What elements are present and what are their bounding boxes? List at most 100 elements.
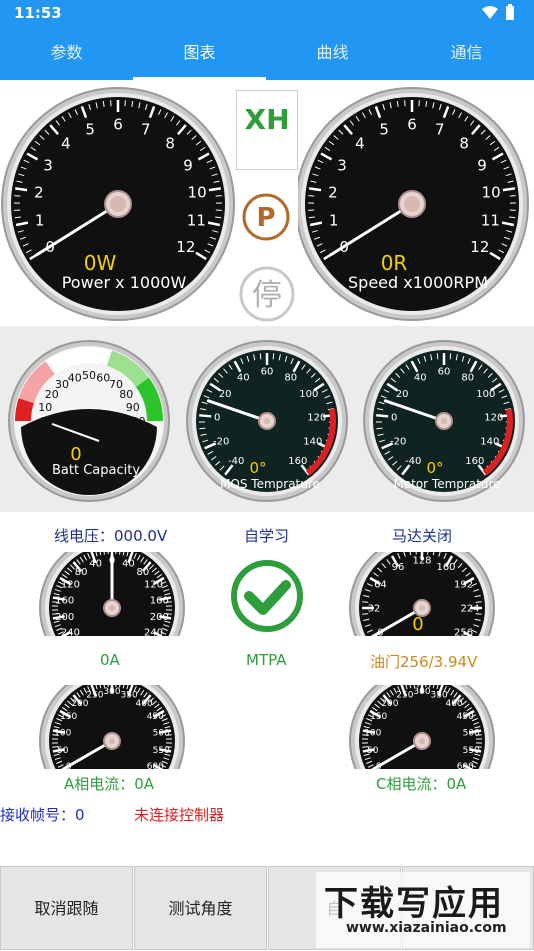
gauge-tick-label: 40 xyxy=(414,373,427,384)
motor-temp-gauge: -40-200204060801001201401600°Motor Tempr… xyxy=(361,338,527,504)
gauge-caption: Batt Capacity xyxy=(52,463,140,478)
gauge-tick-label: 4 xyxy=(61,135,71,153)
gauge-tick-label: 100 xyxy=(125,415,146,428)
gauge-minor-tick xyxy=(260,353,261,359)
gauge-caption: Motor Temprature xyxy=(393,477,500,491)
gauge-tick-label: 32 xyxy=(368,604,381,615)
gauge-minor-tick xyxy=(476,602,482,603)
gauge-value: 0 xyxy=(412,614,423,635)
gauge-tick-label: 400 xyxy=(136,699,153,709)
tab-curves[interactable]: 曲线 xyxy=(266,26,399,80)
gauge-minor-tick xyxy=(450,353,451,359)
gauge-tick-label: 0 xyxy=(214,412,220,423)
tab-label: 通信 xyxy=(450,43,482,62)
gauge-tick-label: 200 xyxy=(71,699,88,709)
gauge-tick-label: 450 xyxy=(457,712,474,722)
watermark-url: www.xiazainiao.com xyxy=(346,920,507,936)
gauge-tick-label: 80 xyxy=(461,373,474,384)
gauge-tick-label: 224 xyxy=(460,604,479,615)
a-phase-gauge: 050100150200250300350400450500550600 xyxy=(38,685,186,771)
line-voltage-label: 线电压：000.0V xyxy=(54,525,167,546)
gauge-tick-label: 160 xyxy=(288,456,307,467)
gauge-tick-label: 5 xyxy=(85,120,95,138)
c-phase-gauge: 050100150200250300350400450500550600 xyxy=(348,685,496,771)
xh-label: XH xyxy=(237,91,297,149)
gauge-tick-label: 1 xyxy=(35,212,45,230)
gauge-tick-label: 8 xyxy=(165,135,175,153)
self-learn-button[interactable]: 自学习 xyxy=(244,525,289,546)
status-time: 11:53 xyxy=(14,4,62,22)
gauge-tick-label: 0 xyxy=(391,412,397,423)
tab-comm[interactable]: 通信 xyxy=(400,26,533,80)
gauge-tick-label: 192 xyxy=(454,580,473,591)
gauge-value: 0° xyxy=(249,459,266,477)
gauge-tick-label: 120 xyxy=(61,580,80,591)
gauge-major-tick xyxy=(376,415,388,416)
gauge-tick-label: 0 xyxy=(40,415,47,428)
gauge-tick-label: 10 xyxy=(188,183,207,201)
gauge-tick-label: -20 xyxy=(213,437,229,448)
gauge-tick-label: 160 xyxy=(55,595,74,606)
tab-indicator xyxy=(133,77,266,80)
gauge-tick-label: 80 xyxy=(136,567,149,578)
gauge-tick-label: 9 xyxy=(477,157,487,175)
gauge-tick-label: -40 xyxy=(228,456,244,467)
gauge-tick-label: 500 xyxy=(463,729,480,739)
tab-params[interactable]: 参数 xyxy=(0,26,133,80)
gauge-tick-label: -40 xyxy=(405,456,421,467)
gauge-minor-tick xyxy=(437,353,438,359)
gauge-tick-label: 60 xyxy=(438,367,451,378)
gauge-tick-label: 80 xyxy=(75,567,88,578)
gauge-tick-label: 550 xyxy=(463,746,480,756)
connection-status: 未连接控制器 xyxy=(134,804,224,825)
gauge-tick-label: -20 xyxy=(390,437,406,448)
gauge-tick-label: 1 xyxy=(329,212,339,230)
gauge-minor-tick xyxy=(416,552,417,554)
tab-label: 曲线 xyxy=(316,43,348,62)
gauge-tick-label: 2 xyxy=(328,183,338,201)
gauge-tick-label: 200 xyxy=(381,699,398,709)
gauge-tick-label: 40 xyxy=(122,558,135,569)
gauge-value: 0 xyxy=(70,444,81,465)
gauge-minor-tick xyxy=(376,428,382,429)
gauge-tick-label: 250 xyxy=(86,690,103,700)
c-phase-label: C相电流：0A xyxy=(376,773,466,794)
gauge-tick-label: 10 xyxy=(482,183,501,201)
wifi-icon xyxy=(480,4,520,22)
gauge-tick-label: 20 xyxy=(396,389,409,400)
gauge-tick-label: 400 xyxy=(446,699,463,709)
phase-current-gauge: 240200160120804004080120160200240 xyxy=(38,552,186,638)
gauge-minor-tick xyxy=(362,602,368,603)
gauge-minor-tick xyxy=(199,428,205,429)
gauge-value: 0W xyxy=(84,251,117,275)
gauge-tick-label: 6 xyxy=(407,115,417,133)
tab-charts[interactable]: 图表 xyxy=(133,26,266,80)
watermark-logo: 下载写应用 www.xiazainiao.com xyxy=(316,872,530,948)
gauge-tick-label: 12 xyxy=(176,238,195,256)
gauge-tick-label: 150 xyxy=(60,712,77,722)
a-phase-label: A相电流：0A xyxy=(64,773,154,794)
battery-band xyxy=(23,401,26,421)
battery-icon xyxy=(506,6,514,20)
gauge-tick-label: 4 xyxy=(355,135,365,153)
cancel-follow-button[interactable]: 取消跟随 xyxy=(0,866,133,950)
gauge-caption: Speed x1000RPM xyxy=(348,273,488,292)
gauge-tick-label: 12 xyxy=(470,238,489,256)
power-gauge: 01234567891011120WPower x 1000W xyxy=(0,86,236,326)
gauge-tick-label: 7 xyxy=(141,120,151,138)
mtpa-label: MTPA xyxy=(246,651,286,669)
gauge-tick-label: 10 xyxy=(38,401,52,414)
gauge-tick-label: 120 xyxy=(144,580,163,591)
test-angle-button[interactable]: 测试角度 xyxy=(134,866,267,950)
svg-text:P: P xyxy=(256,203,275,233)
gauge-caption: Power x 1000W xyxy=(62,273,187,292)
speed-gauge: 01234567891011120RSpeed x1000RPM xyxy=(298,86,534,326)
gauge-value: 0R xyxy=(381,251,408,275)
status-bar: 11:53 xyxy=(0,0,534,26)
motor-state-label: 马达关闭 xyxy=(392,525,452,546)
gauge-tick-label: 100 xyxy=(476,389,495,400)
gauge-tick-label: 300 xyxy=(103,687,120,697)
throttle-label: 油门256/3.94V xyxy=(370,651,477,672)
mos-temp-gauge: -40-200204060801001201401600°MOS Temprat… xyxy=(184,338,350,504)
frame-count-label: 接收帧号：0 xyxy=(0,804,85,825)
